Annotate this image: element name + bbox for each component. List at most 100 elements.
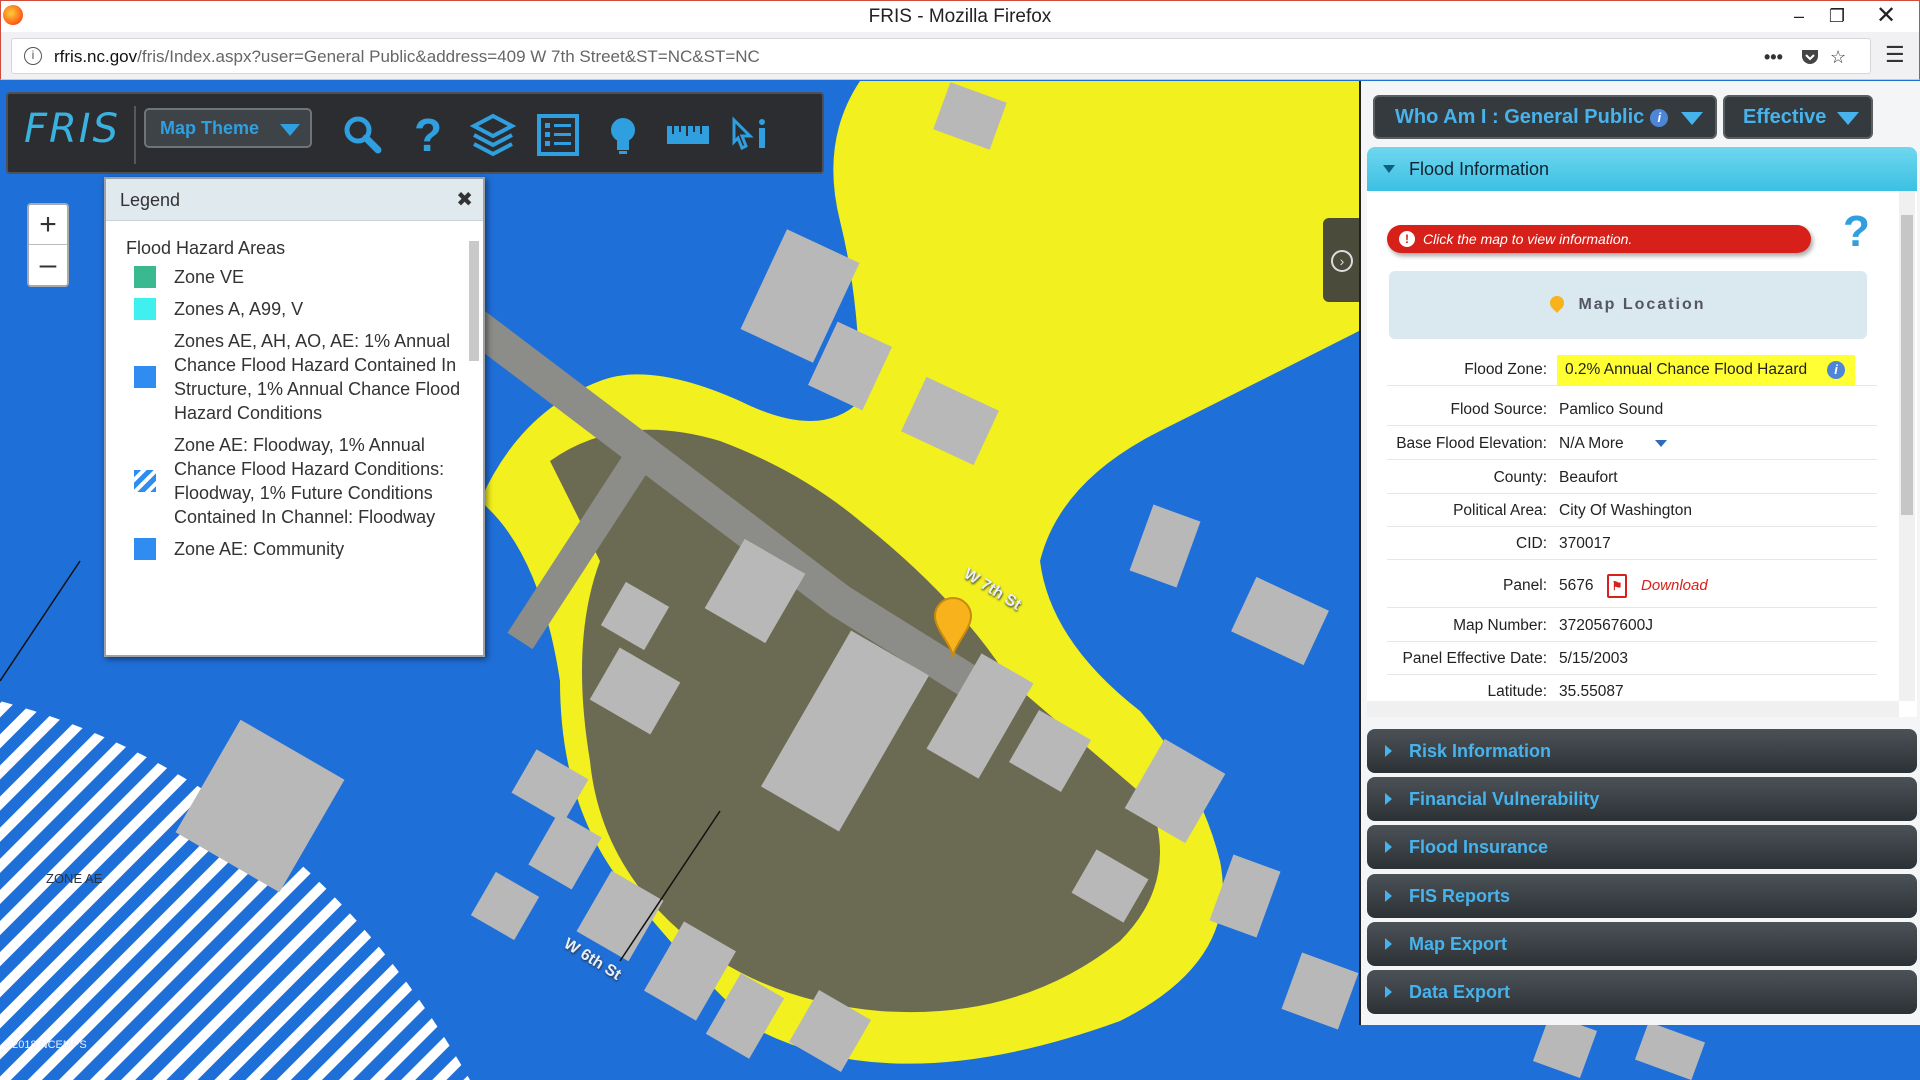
chevron-right-icon: › <box>1331 250 1353 272</box>
effective-dropdown[interactable]: Effective <box>1723 95 1873 139</box>
help-icon[interactable]: ? <box>1843 207 1870 257</box>
info-row: CID: 370017 <box>1387 527 1877 560</box>
more-dropdown-icon[interactable] <box>1655 440 1667 447</box>
download-link[interactable]: Download <box>1641 564 1708 608</box>
legend-scrollbar[interactable] <box>467 229 481 649</box>
help-icon[interactable]: ? <box>403 110 453 160</box>
info-icon[interactable]: i <box>1827 361 1845 379</box>
legend-panel: Legend ✖ Flood Hazard Areas Zone VE Zone… <box>104 177 485 657</box>
data-export-section[interactable]: Data Export <box>1367 970 1917 1014</box>
fis-reports-section[interactable]: FIS Reports <box>1367 874 1917 918</box>
site-info-icon[interactable]: i <box>24 47 42 65</box>
flood-zone-value: 0.2% Annual Chance Flood Hazard i <box>1557 355 1855 385</box>
bfe-value: N/A More <box>1559 435 1624 452</box>
url-field[interactable]: i rfris.nc.gov/fris/Index.aspx?user=Gene… <box>11 38 1871 74</box>
map-theme-label: Map Theme <box>160 118 260 138</box>
chevron-down-icon <box>280 124 300 136</box>
zone-ve-swatch <box>134 266 156 288</box>
legend-item: Zone AE: Floodway, 1% Annual Chance Floo… <box>134 433 465 529</box>
zoom-control: + – <box>27 203 69 287</box>
chevron-down-icon <box>1681 112 1703 125</box>
map-location-button[interactable]: Map Location <box>1389 271 1867 339</box>
restore-button[interactable]: ❐ <box>1817 1 1857 33</box>
pocket-icon[interactable] <box>1800 47 1820 72</box>
collapse-panel-button[interactable]: › <box>1323 218 1359 302</box>
info-row: Base Flood Elevation: N/A More <box>1387 427 1877 460</box>
legend-item: Zones A, A99, V <box>134 297 465 321</box>
caret-right-icon <box>1385 890 1392 902</box>
who-am-i-label: Who Am I : General Public <box>1395 106 1645 128</box>
legend-item: Zone VE <box>134 265 465 289</box>
legend-item: Zones AE, AH, AO, AE: 1% Annual Chance F… <box>134 329 465 425</box>
lightbulb-icon[interactable] <box>598 110 648 160</box>
info-row: Panel Effective Date: 5/15/2003 <box>1387 642 1877 675</box>
info-row: Political Area: City Of Washington <box>1387 494 1877 527</box>
zones-a-swatch <box>134 298 156 320</box>
close-window-button[interactable]: ✕ <box>1863 1 1909 33</box>
flood-insurance-section[interactable]: Flood Insurance <box>1367 825 1917 869</box>
info-icon: i <box>1650 108 1669 127</box>
risk-information-section[interactable]: Risk Information <box>1367 729 1917 773</box>
flood-zone-key: Flood Zone: <box>1464 361 1547 378</box>
flood-info-scrollbar[interactable] <box>1899 191 1915 701</box>
legend-scroll-thumb <box>469 241 479 361</box>
flood-information-header[interactable]: Flood Information <box>1367 147 1917 191</box>
map-export-section[interactable]: Map Export <box>1367 922 1917 966</box>
info-row: Map Number: 3720567600J <box>1387 609 1877 642</box>
map-location-label: Map Location <box>1578 296 1706 313</box>
effective-label: Effective <box>1743 106 1827 128</box>
map-theme-dropdown[interactable]: Map Theme <box>144 108 312 148</box>
url-host: rfris.nc.gov <box>54 47 138 66</box>
caret-right-icon <box>1385 745 1392 757</box>
url-path: /fris/Index.aspx?user=General Public&add… <box>137 47 760 66</box>
url-text[interactable]: rfris.nc.gov/fris/Index.aspx?user=Genera… <box>54 47 760 67</box>
measure-icon[interactable] <box>663 110 713 160</box>
pdf-icon[interactable]: ⚑ <box>1607 574 1627 598</box>
toolbar-divider <box>134 106 136 164</box>
info-row: Flood Source: Pamlico Sound <box>1387 393 1877 426</box>
financial-vulnerability-section[interactable]: Financial Vulnerability <box>1367 777 1917 821</box>
chevron-down-icon <box>1837 112 1859 125</box>
navigation-bar: i rfris.nc.gov/fris/Index.aspx?user=Gene… <box>0 32 1920 80</box>
community-swatch <box>134 538 156 560</box>
caret-right-icon <box>1385 841 1392 853</box>
window-titlebar: FRIS - Mozilla Firefox – ❐ ✕ <box>0 0 1920 32</box>
page-actions-icon[interactable]: ••• <box>1764 47 1783 68</box>
menu-icon[interactable]: ☰ <box>1885 42 1905 68</box>
flood-zone-row: Flood Zone: 0.2% Annual Chance Flood Haz… <box>1387 353 1877 386</box>
flood-information-body: ! Click the map to view information. ? Ma… <box>1367 191 1917 717</box>
legend-title: Legend <box>120 190 181 210</box>
legend-body: Flood Hazard Areas Zone VE Zones A, A99,… <box>106 222 465 655</box>
scroll-thumb <box>1901 215 1913 515</box>
legend-group-title: Flood Hazard Areas <box>126 238 286 258</box>
legend-icon[interactable] <box>533 110 583 160</box>
fris-toolbar: FRIS Map Theme ? <box>6 92 824 174</box>
caret-right-icon <box>1385 986 1392 998</box>
alert-icon: ! <box>1399 231 1415 247</box>
caret-down-icon <box>1383 165 1395 173</box>
window-title: FRIS - Mozilla Firefox <box>868 6 1052 27</box>
info-panel: Who Am I : General Public i Effective Flo… <box>1359 81 1920 1025</box>
identify-icon[interactable] <box>728 110 778 160</box>
zoom-in-button[interactable]: + <box>29 205 67 245</box>
caret-right-icon <box>1385 793 1392 805</box>
panel-row: Panel: 5676 ⚑ Download <box>1387 564 1877 608</box>
flood-information-title: Flood Information <box>1409 159 1550 179</box>
who-am-i-dropdown[interactable]: Who Am I : General Public i <box>1373 95 1717 139</box>
search-icon[interactable] <box>338 110 388 160</box>
bookmark-star-icon[interactable]: ☆ <box>1830 47 1846 68</box>
fris-logo: FRIS <box>24 106 120 152</box>
info-row: County: Beaufort <box>1387 461 1877 494</box>
close-icon[interactable]: ✖ <box>456 179 473 221</box>
flood-info-hscrollbar[interactable] <box>1367 701 1899 717</box>
zone-ae-label: ZONE AE <box>46 871 103 886</box>
legend-item: Zone AE: Community <box>134 537 465 561</box>
alert-text: Click the map to view information. <box>1423 231 1633 247</box>
map-copyright: ©2018 NCEMPS <box>4 1039 87 1051</box>
layers-icon[interactable] <box>468 110 518 160</box>
zoom-out-button[interactable]: – <box>29 245 67 285</box>
click-map-alert: ! Click the map to view information. <box>1387 225 1811 253</box>
map-pin-icon <box>1547 293 1568 313</box>
floodway-swatch <box>134 470 156 492</box>
minimize-button[interactable]: – <box>1779 1 1819 33</box>
